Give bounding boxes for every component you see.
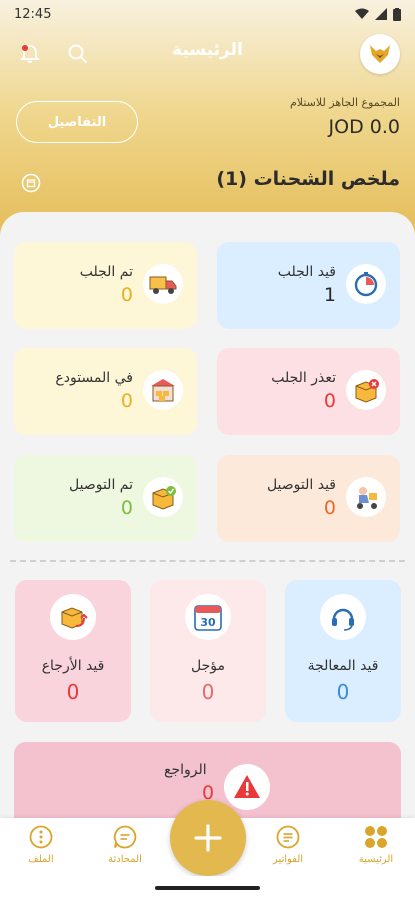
- card-processing[interactable]: قيد المعالجة 0: [285, 580, 401, 722]
- box-button[interactable]: [20, 172, 42, 194]
- wifi-icon: [355, 8, 369, 19]
- card-picked-up[interactable]: تم الجلب 0: [14, 242, 197, 329]
- logo[interactable]: [360, 34, 400, 74]
- delivery-scooter-icon: [346, 477, 386, 517]
- nav-chat[interactable]: المحادثة: [90, 824, 160, 865]
- nav-label: المحادثة: [108, 854, 142, 865]
- nav-invoices[interactable]: الفواتير: [253, 824, 323, 865]
- card-label: تعذر الجلب: [271, 370, 336, 386]
- card-value: 0: [201, 680, 215, 704]
- card-label: قيد المعالجة: [307, 658, 379, 674]
- fox-logo-icon: [370, 45, 390, 63]
- card-value: 1: [323, 284, 336, 306]
- card-label: تم الجلب: [79, 264, 133, 280]
- box-return-icon: [50, 594, 96, 640]
- wallet-amount: JOD 0.0: [328, 116, 400, 138]
- headset-icon: [320, 594, 366, 640]
- signal-icon: [375, 8, 387, 20]
- calendar-icon: 30: [185, 594, 231, 640]
- status-icons: [355, 7, 401, 21]
- status-time: 12:45: [14, 6, 52, 22]
- shipments-summary-title: ملخص الشحنات (1): [216, 168, 400, 190]
- card-label: في المستودع: [55, 370, 133, 386]
- card-pending-pickup[interactable]: قيد الجلب 1: [217, 242, 400, 329]
- nav-label: الرئيسية: [358, 854, 394, 865]
- section-divider: [10, 560, 405, 562]
- card-in-warehouse[interactable]: في المستودع 0: [14, 348, 197, 435]
- card-value: 0: [120, 284, 133, 306]
- card-label: مؤجل: [191, 658, 225, 674]
- card-value: 0: [66, 680, 80, 704]
- warning-icon: [224, 764, 270, 810]
- add-shipment-button[interactable]: [170, 800, 246, 876]
- nav-label: الملف: [28, 854, 54, 865]
- card-label: قيد الأرجاع: [41, 658, 105, 674]
- battery-icon: [393, 7, 401, 21]
- page-title: الرئيسية: [172, 40, 243, 60]
- card-postponed[interactable]: 30 مؤجل 0: [150, 580, 266, 722]
- box-failed-icon: [346, 370, 386, 410]
- warehouse-icon: [143, 370, 183, 410]
- card-out-for-delivery[interactable]: قيد التوصيل 0: [217, 455, 400, 542]
- card-value: 0: [120, 390, 133, 412]
- info-icon: [28, 824, 54, 850]
- plus-icon: [194, 824, 222, 852]
- card-delivered[interactable]: تم التوصيل 0: [14, 455, 197, 542]
- box-delivered-icon: [143, 477, 183, 517]
- box-icon: [21, 173, 41, 193]
- card-label: قيد التوصيل: [266, 477, 336, 493]
- card-label: تم التوصيل: [69, 477, 133, 493]
- nav-home[interactable]: الرئيسية: [341, 824, 411, 865]
- card-value: 0: [323, 497, 336, 519]
- nav-profile[interactable]: الملف: [6, 824, 76, 865]
- chat-icon: [112, 824, 138, 850]
- card-returning[interactable]: قيد الأرجاع 0: [15, 580, 131, 722]
- truck-icon: [143, 264, 183, 304]
- card-value: 0: [120, 497, 133, 519]
- stopwatch-icon: [346, 264, 386, 304]
- details-button[interactable]: التفاصيل: [16, 101, 138, 143]
- card-label: الرواجع: [164, 762, 207, 778]
- card-value: 0: [323, 390, 336, 412]
- gesture-bar: [0, 876, 415, 900]
- card-pickup-failed[interactable]: تعذر الجلب 0: [217, 348, 400, 435]
- home-indicator[interactable]: [155, 886, 260, 890]
- card-label: قيد الجلب: [277, 264, 336, 280]
- card-value: 0: [336, 680, 350, 704]
- status-bar: 12:45: [0, 0, 415, 28]
- top-app-bar: الرئيسية: [0, 30, 415, 78]
- nav-label: الفواتير: [272, 854, 304, 865]
- calendar-day: 30: [200, 616, 216, 629]
- invoice-icon: [275, 824, 301, 850]
- wallet-label: المجموع الجاهز للاستلام: [289, 96, 400, 109]
- grid-icon: [363, 824, 389, 850]
